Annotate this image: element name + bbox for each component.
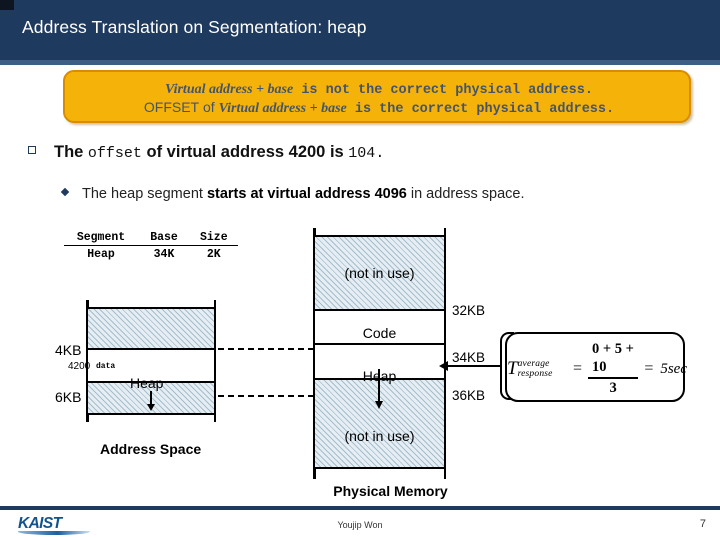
callout-text-1: is not the correct physical address. [301, 83, 593, 98]
page-title: Address Translation on Segmentation: hea… [22, 17, 367, 37]
callout-offset-word: OFFSET [143, 99, 200, 115]
physical-memory-growth-arrow-icon [374, 369, 383, 409]
bullet-secondary-part2: in address space. [406, 186, 525, 202]
formula-fraction: 0 + 5 + 10 3 [588, 340, 639, 397]
callout-of-word: of [203, 99, 215, 115]
formula-subscript: average response [517, 359, 553, 379]
segment-table-th-segment: Segment [64, 231, 138, 246]
address-space-caption: Address Space [100, 441, 202, 457]
bullet-primary-code1: offset [87, 145, 142, 162]
bullet-secondary-part1: The heap segment [82, 186, 207, 202]
callout-math-2: Virtual address + base [218, 101, 347, 116]
formula-result: 5sec [660, 360, 687, 377]
segment-table: Segment Base Size Heap 34K 2K [64, 231, 238, 262]
table-row: Heap 34K 2K [64, 246, 238, 263]
physical-memory-label-unused-bottom: (not in use) [344, 428, 415, 444]
segment-table-th-base: Base [138, 231, 190, 246]
formula-equals-1: = [573, 360, 583, 377]
address-space-boundary-bottom [86, 413, 216, 416]
bullet-primary-part3: . [375, 145, 385, 162]
formula-denominator: 3 [609, 379, 617, 396]
address-space-heap-label: Heap [130, 375, 164, 391]
address-space-tick-6kb: 6KB [55, 389, 82, 405]
bullet-primary-part1: The [54, 143, 88, 161]
physical-memory-caption: Physical Memory [333, 483, 448, 499]
physical-memory-label-code: Code [362, 325, 397, 341]
address-space-block-unused-top [88, 308, 214, 349]
physical-memory-boundary-32kb [313, 309, 446, 312]
physical-memory-tick-36kb: 36KB [452, 388, 486, 403]
segment-table-header-row: Segment Base Size [64, 231, 238, 246]
footer-rule [0, 506, 720, 510]
square-bullet-icon [28, 146, 36, 154]
bullet-primary-part2: of virtual address 4200 is [141, 143, 349, 161]
physical-memory-boundary-bottom [313, 467, 446, 470]
segment-table-cell-base: 34K [153, 248, 175, 261]
bullet-secondary-bold: starts at virtual address 4096 [206, 186, 407, 202]
header-accent-rule [0, 60, 720, 65]
header-corner-notch [0, 0, 14, 10]
formula-numerator: 0 + 5 + 10 [592, 341, 634, 376]
bullet-secondary: The heap segment starts at virtual addre… [60, 186, 525, 202]
physical-memory-tick-32kb: 32KB [452, 303, 486, 318]
physical-memory-boundary-34kb [313, 343, 446, 346]
callout-text-2: is the correct physical address. [354, 102, 615, 117]
slide-header-bar: Address Translation on Segmentation: hea… [0, 0, 720, 60]
address-space-boundary-4kb [86, 348, 216, 351]
connector-dashed-upper [218, 348, 314, 350]
slide: Address Translation on Segmentation: hea… [0, 0, 720, 540]
callout-box: Virtual address + base is not the correc… [63, 70, 691, 123]
connector-dashed-lower [218, 395, 314, 397]
segment-table-cell-size: 2K [206, 248, 221, 261]
address-space-boundary-top [86, 307, 216, 310]
bullet-primary-code2: 104 [348, 145, 376, 162]
address-space-addr-4200-label: 4200 [68, 361, 91, 372]
kaist-logo-swoosh-icon [18, 531, 90, 535]
formula-content: Taverage response = 0 + 5 + 10 3 = 5sec [507, 334, 687, 404]
address-space-data-label: data [96, 362, 116, 371]
formula-symbol: T [507, 358, 518, 379]
callout-line-2: OFFSET of Virtual address + base is the … [65, 99, 693, 117]
footer-author: Youjip Won [337, 520, 383, 530]
segment-table-cell-name: Heap [87, 248, 115, 261]
diamond-bullet-icon [60, 187, 70, 197]
formula-pointer-arrow-icon [439, 360, 502, 372]
formula-box: Taverage response = 0 + 5 + 10 3 = 5sec [505, 332, 687, 404]
footer-page-number: 7 [699, 518, 706, 530]
address-space-growth-arrow-icon [147, 391, 155, 411]
callout-line-1: Virtual address + base is not the correc… [65, 80, 693, 98]
address-space-tick-4kb: 4KB [55, 342, 82, 358]
bullet-secondary-text: The heap segment starts at virtual addre… [82, 186, 525, 202]
bullet-primary-text: The offset of virtual address 4200 is 10… [54, 143, 384, 162]
bullet-primary: The offset of virtual address 4200 is 10… [28, 143, 384, 162]
segment-table-th-size: Size [190, 231, 238, 246]
formula-equals-2: = [644, 360, 654, 377]
callout-math-1: Virtual address + base [165, 82, 294, 97]
physical-memory-tick-34kb: 34KB [452, 350, 486, 365]
physical-memory-label-unused-top: (not in use) [344, 265, 415, 281]
physical-memory-boundary-top [313, 235, 446, 238]
